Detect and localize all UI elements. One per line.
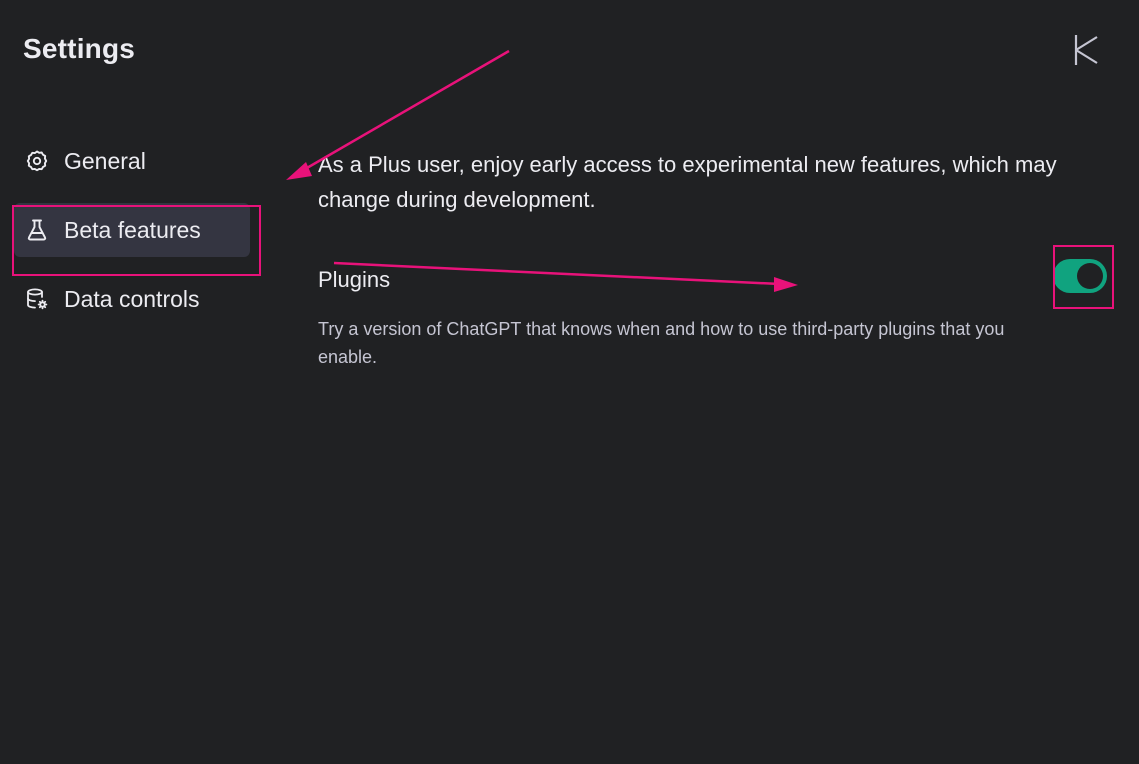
sidebar-item-general[interactable]: General — [14, 134, 250, 188]
plugins-title: Plugins — [318, 267, 391, 292]
close-icon — [1074, 35, 1098, 65]
sidebar-item-data-controls[interactable]: Data controls — [14, 272, 250, 326]
sidebar-item-label: Data controls — [64, 285, 200, 312]
toggle-knob — [1077, 263, 1103, 289]
plugins-setting: Plugins Try a version of ChatGPT that kn… — [318, 259, 1107, 371]
plugins-toggle[interactable] — [1053, 259, 1107, 293]
beta-features-panel: As a Plus user, enjoy early access to ex… — [318, 147, 1107, 371]
close-button[interactable] — [1068, 30, 1104, 70]
dialog-title: Settings — [23, 33, 136, 64]
annotation-arrows — [286, 49, 798, 292]
beta-intro-text: As a Plus user, enjoy early access to ex… — [318, 152, 1057, 212]
gear-icon — [24, 148, 50, 174]
settings-sidebar: General Beta features Data controls — [14, 134, 250, 341]
flask-icon — [24, 217, 50, 243]
sidebar-item-label: Beta features — [64, 216, 201, 243]
plugins-description: Try a version of ChatGPT that knows when… — [318, 319, 1005, 367]
sidebar-item-label: General — [64, 147, 146, 174]
sidebar-item-beta-features[interactable]: Beta features — [14, 203, 250, 257]
database-settings-icon — [24, 286, 50, 312]
settings-dialog: Settings General Beta features Data cont… — [0, 0, 1139, 764]
